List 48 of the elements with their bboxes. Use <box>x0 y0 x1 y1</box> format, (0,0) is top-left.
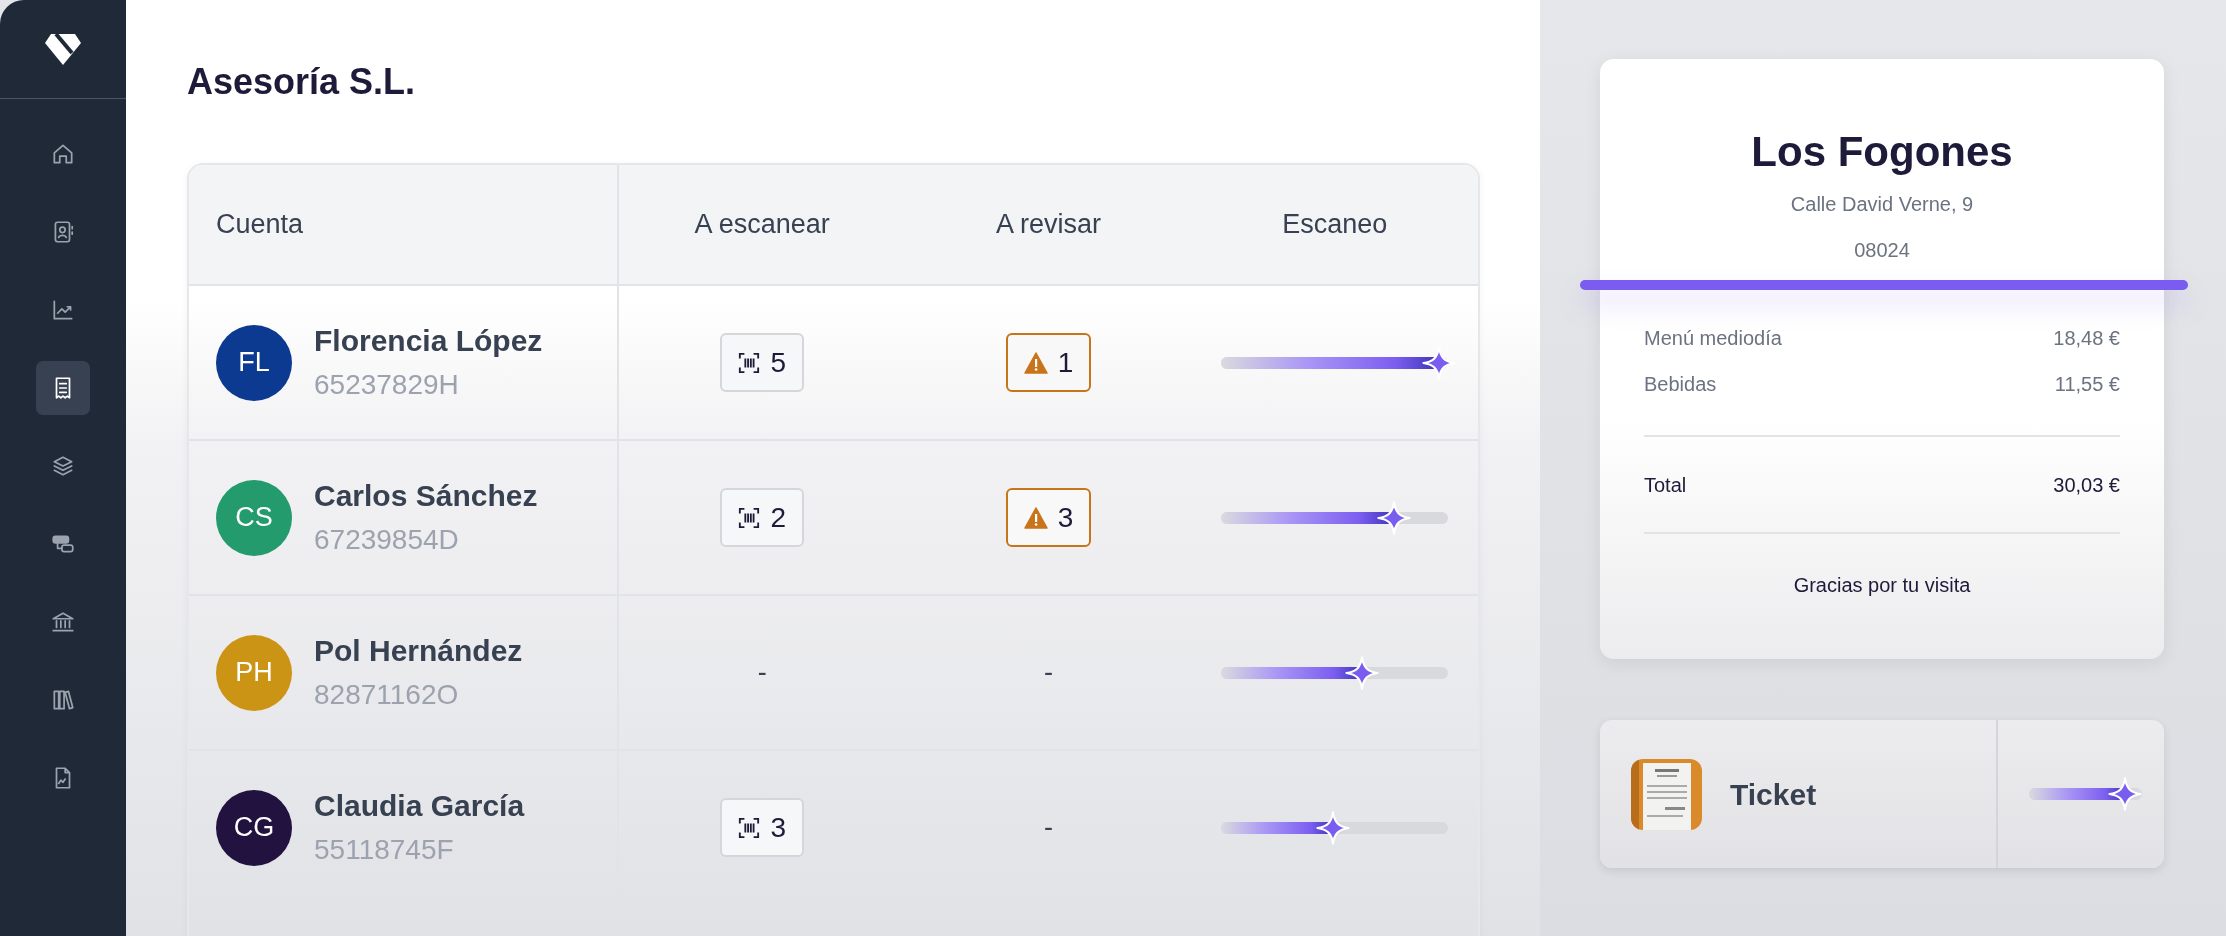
logo <box>43 32 83 66</box>
avatar: CS <box>216 479 292 556</box>
thank-you-text: Gracias por tu visita <box>1793 574 1971 596</box>
avatar: FL <box>216 324 292 401</box>
page-title: Asesoría S.L. <box>187 60 417 104</box>
column-header: A escanear <box>694 208 830 242</box>
empty-value-dash: - <box>1044 811 1053 845</box>
scan-count-badge: 5 <box>720 333 804 392</box>
column-header: Escaneo <box>1282 208 1388 242</box>
merchant-name: Los Fogones <box>1751 128 2013 175</box>
tax-id: 82871162O <box>314 677 460 712</box>
barcode-scan-icon <box>738 506 761 529</box>
account-name: Carlos Sánchez <box>314 477 538 514</box>
barcode-scan-icon <box>738 351 761 374</box>
ticket-label: Ticket <box>1730 776 1817 813</box>
tax-id: 55118745F <box>314 832 455 867</box>
item-label: Menú mediodía <box>1644 326 1782 351</box>
barcode-scan-icon <box>738 816 761 839</box>
postal-code: 08024 <box>1854 239 1910 261</box>
account-name: Florencia López <box>314 322 543 359</box>
item-amount: 18,48 € <box>2053 326 2120 351</box>
sparkle-icon <box>1315 810 1350 845</box>
account-name: Claudia García <box>314 787 525 824</box>
tax-id: 65237829H <box>314 367 460 402</box>
column-header: A revisar <box>995 208 1101 242</box>
sparkle-icon <box>1345 655 1380 690</box>
nav-button[interactable] <box>36 361 90 415</box>
account-name: Pol Hernández <box>314 632 523 669</box>
total-label: Total <box>1644 472 1687 498</box>
scan-count-badge: 3 <box>720 798 804 857</box>
warning-icon <box>1023 351 1048 374</box>
avatar: CG <box>216 789 292 866</box>
empty-value-dash: - <box>757 656 767 690</box>
empty-value-dash: - <box>1044 656 1053 690</box>
review-count-badge: 1 <box>1005 333 1092 392</box>
sparkle-icon <box>2108 777 2143 811</box>
total-amount: 30,03 € <box>2053 472 2120 498</box>
item-amount: 11,55 € <box>2054 372 2120 397</box>
warning-icon <box>1023 506 1048 529</box>
item-label: Bebidas <box>1644 372 1717 397</box>
sparkle-icon <box>1376 500 1411 535</box>
avatar: PH <box>216 634 292 711</box>
tax-id: 67239854D <box>314 522 460 557</box>
merchant-address: Calle David Verne, 9 <box>1790 193 1974 215</box>
review-count-badge: 3 <box>1005 488 1092 547</box>
column-header: Cuenta <box>216 208 304 242</box>
books-icon <box>50 687 76 713</box>
scan-count-badge: 2 <box>720 488 804 547</box>
